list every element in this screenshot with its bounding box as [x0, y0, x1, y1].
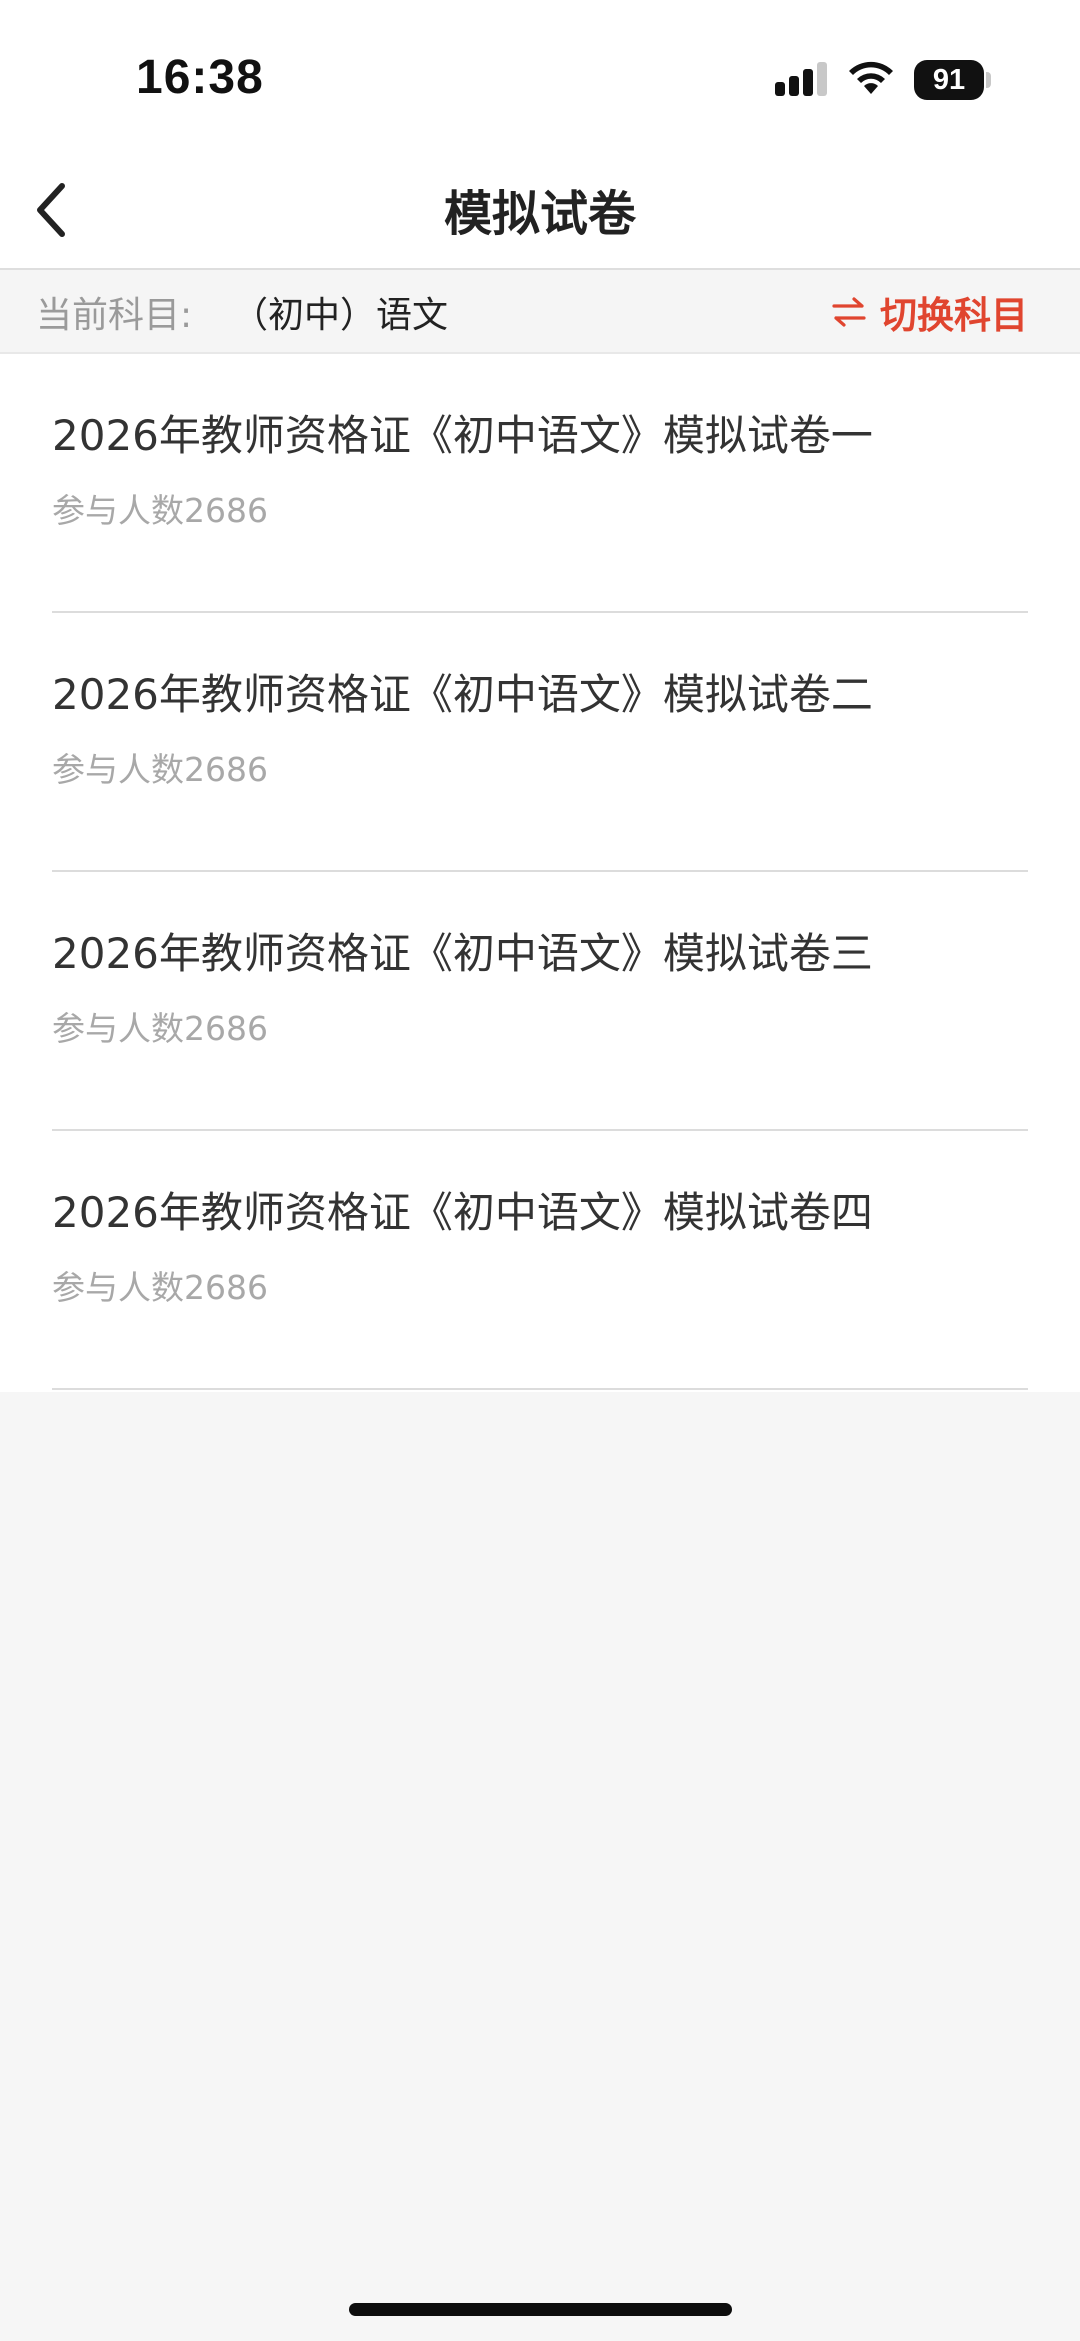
nav-bar: 模拟试卷 [0, 150, 1080, 270]
subject-value: （初中）语文 [232, 295, 449, 336]
battery-icon: 91 [914, 60, 984, 100]
paper-participants: 参与人数2686 [52, 491, 268, 530]
battery-cap [986, 72, 991, 88]
chevron-left-icon [37, 183, 65, 237]
switch-subject-button[interactable]: 切换科目 [832, 270, 1028, 354]
signal-icon [775, 62, 827, 96]
subject-bar: 当前科目: （初中）语文 切换科目 [0, 270, 1080, 354]
paper-title: 2026年教师资格证《初中语文》模拟试卷三 [52, 929, 873, 978]
paper-participants: 参与人数2686 [52, 1009, 268, 1048]
paper-list: 2026年教师资格证《初中语文》模拟试卷一 参与人数2686 2026年教师资格… [0, 354, 1080, 1392]
swap-arrows-icon [832, 297, 866, 327]
home-indicator[interactable] [349, 2303, 732, 2316]
paper-item[interactable]: 2026年教师资格证《初中语文》模拟试卷四 参与人数2686 [0, 1131, 1080, 1390]
page-title: 模拟试卷 [443, 186, 636, 242]
status-time: 16:38 [136, 51, 264, 104]
screen: 16:38 91 模拟试卷 当前科目: （初中）语文 切换科目 2026年教师资… [0, 0, 1080, 2341]
paper-participants: 参与人数2686 [52, 1268, 268, 1307]
status-bar: 16:38 91 [0, 0, 1080, 150]
paper-item[interactable]: 2026年教师资格证《初中语文》模拟试卷二 参与人数2686 [0, 613, 1080, 872]
battery-level: 91 [932, 63, 966, 96]
paper-participants: 参与人数2686 [52, 750, 268, 789]
paper-title: 2026年教师资格证《初中语文》模拟试卷四 [52, 1188, 873, 1237]
paper-title: 2026年教师资格证《初中语文》模拟试卷二 [52, 670, 873, 719]
divider [52, 1388, 1028, 1390]
switch-subject-label: 切换科目 [880, 294, 1028, 337]
wifi-icon [849, 61, 893, 94]
subject-label: 当前科目: [36, 295, 193, 336]
paper-title: 2026年教师资格证《初中语文》模拟试卷一 [52, 411, 873, 460]
back-button[interactable] [14, 172, 90, 248]
paper-item[interactable]: 2026年教师资格证《初中语文》模拟试卷一 参与人数2686 [0, 354, 1080, 613]
paper-item[interactable]: 2026年教师资格证《初中语文》模拟试卷三 参与人数2686 [0, 872, 1080, 1131]
